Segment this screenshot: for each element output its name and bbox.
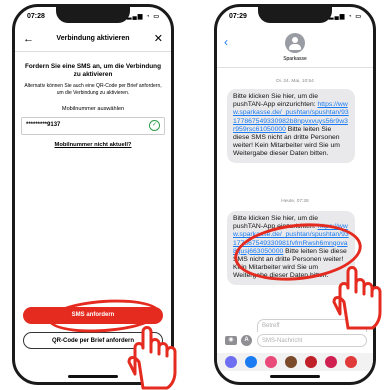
number-outdated-link[interactable]: Mobilnummer nicht aktuell? <box>15 142 171 148</box>
message-text: Bitte klicken Sie hier, um die pushTAN-A… <box>233 93 319 109</box>
contact-avatar-icon[interactable] <box>285 33 305 53</box>
app-drawer <box>217 353 373 371</box>
check-icon: ✓ <box>149 120 160 131</box>
heart-app-icon[interactable] <box>345 356 357 368</box>
divider <box>217 67 373 68</box>
contact-name: Sparkasse <box>283 56 307 62</box>
header: ← Verbindung aktivieren ✕ <box>15 31 171 52</box>
music-app-icon[interactable] <box>305 356 317 368</box>
digital-touch-app-icon[interactable] <box>325 356 337 368</box>
alternative-text: Alternativ können Sie auch eine QR-Code … <box>24 83 162 96</box>
message-bubble: Bitte klicken Sie hier, um die pushTAN-A… <box>227 89 355 163</box>
hand-pointer-icon <box>332 266 382 330</box>
appstore-app-icon[interactable] <box>245 356 257 368</box>
photos-app-icon[interactable] <box>225 356 237 368</box>
mobile-number-value: *********9137 <box>26 122 61 128</box>
notch <box>56 7 130 23</box>
back-chevron-icon[interactable]: ‹ <box>224 35 228 49</box>
appstore-icon[interactable]: A <box>241 335 252 346</box>
home-indicator <box>68 375 118 378</box>
status-time: 07:28 <box>27 13 45 20</box>
page-title: Verbindung aktivieren <box>56 35 130 42</box>
hand-pointer-icon <box>127 326 177 390</box>
close-icon[interactable]: ✕ <box>154 32 163 45</box>
signal-wifi-battery-icon: ▂▄▆ ◔ ▭ <box>328 14 362 20</box>
memoji-app-icon[interactable] <box>285 356 297 368</box>
camera-icon[interactable]: ◉ <box>225 336 237 345</box>
message-input[interactable]: SMS-Nachricht <box>257 334 367 347</box>
message-date: Heute, 07:28 <box>281 199 309 204</box>
signal-wifi-battery-icon: ▂▄▆ ◔ ▭ <box>126 14 160 20</box>
message-date: Di. 24. Mai, 10:54 <box>276 79 314 84</box>
mobile-number-field[interactable]: *********9137 ✓ <box>21 117 165 135</box>
notch <box>258 7 332 23</box>
field-label: Mobilnummer auswählen <box>61 106 125 112</box>
home-indicator <box>270 375 320 378</box>
status-time: 07:29 <box>229 13 247 20</box>
sms-prompt: Fordern Sie eine SMS an, um die Verbindu… <box>24 63 161 78</box>
search-app-icon[interactable] <box>265 356 277 368</box>
compose-bar: ◉ A SMS-Nachricht <box>223 334 367 348</box>
